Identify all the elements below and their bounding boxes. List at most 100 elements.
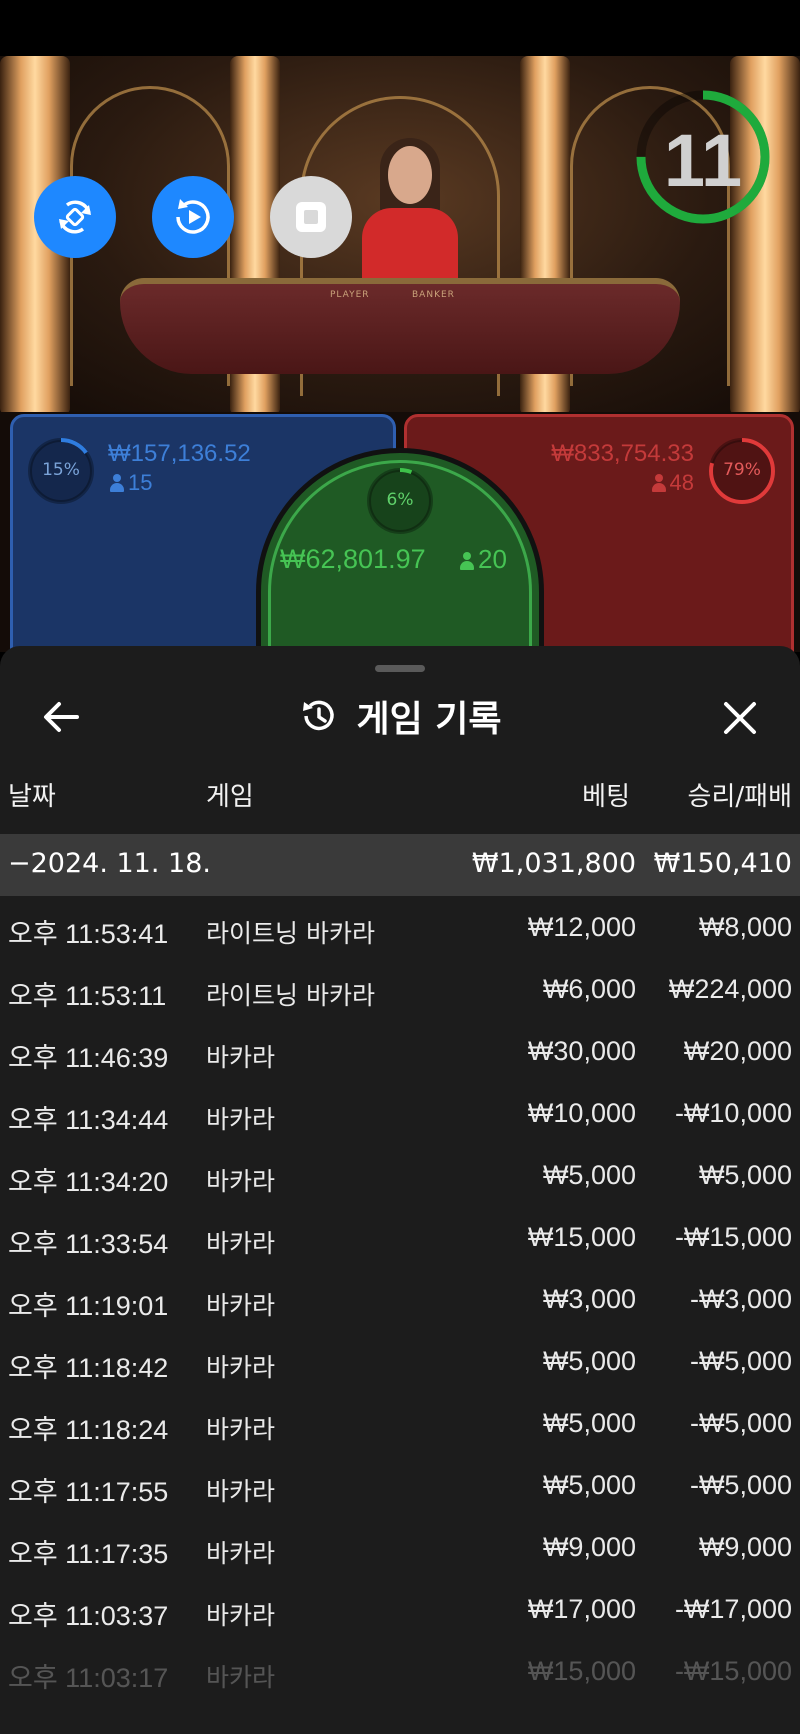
page-title: 게임 기록: [356, 699, 502, 740]
baccarat-table: [120, 278, 680, 374]
history-row[interactable]: 오후 11:03:17 바카라 ₩15,000 -₩15,000: [0, 1640, 800, 1702]
history-row[interactable]: 오후 11:03:37 바카라 ₩17,000 -₩17,000: [0, 1578, 800, 1640]
banker-total-amount: ₩833,754.33: [551, 440, 694, 467]
row-time: 오후 11:34:44: [8, 1105, 169, 1135]
history-row[interactable]: 오후 11:46:39 바카라 ₩30,000 ₩20,000: [0, 1020, 800, 1082]
row-bet: ₩9,000: [542, 1532, 636, 1562]
row-bet: ₩5,000: [542, 1408, 636, 1438]
banker-percent: 79%: [723, 460, 761, 480]
row-game: 바카라: [206, 1601, 276, 1630]
row-time: 오후 11:17:55: [8, 1477, 169, 1507]
column-game: 게임: [206, 782, 254, 812]
column-win-loss: 승리/패배: [687, 782, 792, 812]
row-win-loss: ₩8,000: [698, 912, 792, 942]
day-win-loss-total: ₩150,410: [653, 848, 792, 879]
close-button[interactable]: [714, 692, 766, 744]
row-bet: ₩30,000: [527, 1036, 636, 1066]
row-bet: ₩5,000: [542, 1346, 636, 1376]
person-icon: [110, 474, 124, 492]
row-game: 바카라: [206, 1291, 276, 1320]
history-row[interactable]: 오후 11:17:55 바카라 ₩5,000 -₩5,000: [0, 1454, 800, 1516]
row-time: 오후 11:19:01: [8, 1291, 169, 1321]
stop-button[interactable]: [270, 176, 352, 258]
table-banker-label: BANKER: [412, 290, 455, 300]
player-total-amount: ₩157,136.52: [108, 440, 251, 467]
swap-view-button[interactable]: [34, 176, 116, 258]
history-row[interactable]: 오후 11:34:44 바카라 ₩10,000 -₩10,000: [0, 1082, 800, 1144]
history-row[interactable]: 오후 11:53:41 라이트닝 바카라 ₩12,000 ₩8,000: [0, 896, 800, 958]
banker-bettor-count: 48: [651, 470, 694, 496]
banker-bettor-count-value: 48: [669, 470, 694, 495]
live-video-stage: PLAYER BANKER 11: [0, 56, 800, 416]
day-date: −2024. 11. 18.: [8, 848, 211, 879]
day-summary-row[interactable]: −2024. 11. 18. ₩1,031,800 ₩150,410: [0, 834, 800, 896]
row-game: 라이트닝 바카라: [206, 981, 375, 1010]
history-list: 오후 11:53:41 라이트닝 바카라 ₩12,000 ₩8,000 오후 11:53…: [0, 896, 800, 1702]
row-win-loss: -₩10,000: [674, 1098, 792, 1128]
history-row[interactable]: 오후 11:18:42 바카라 ₩5,000 -₩5,000: [0, 1330, 800, 1392]
row-win-loss: -₩3,000: [689, 1284, 792, 1314]
row-bet: ₩12,000: [527, 912, 636, 942]
replay-button[interactable]: [152, 176, 234, 258]
row-win-loss: -₩17,000: [674, 1594, 792, 1624]
row-time: 오후 11:34:20: [8, 1167, 169, 1197]
row-win-loss: -₩15,000: [674, 1656, 792, 1686]
row-time: 오후 11:18:24: [8, 1415, 169, 1445]
row-time: 오후 11:46:39: [8, 1043, 169, 1073]
dealer-head: [388, 146, 432, 204]
player-bettor-count: 15: [110, 470, 152, 496]
tie-bettor-count: 20: [460, 544, 507, 575]
person-icon: [460, 552, 474, 570]
row-win-loss: ₩20,000: [683, 1036, 792, 1066]
row-time: 오후 11:17:35: [8, 1539, 169, 1569]
row-bet: ₩3,000: [542, 1284, 636, 1314]
row-bet: ₩17,000: [527, 1594, 636, 1624]
history-row[interactable]: 오후 11:17:35 바카라 ₩9,000 ₩9,000: [0, 1516, 800, 1578]
row-game: 바카라: [206, 1353, 276, 1382]
row-bet: ₩15,000: [527, 1656, 636, 1686]
player-bettor-count-value: 15: [128, 470, 153, 495]
row-bet: ₩15,000: [527, 1222, 636, 1252]
player-percent: 15%: [42, 460, 80, 480]
row-game: 바카라: [206, 1477, 276, 1506]
row-win-loss: -₩5,000: [689, 1470, 792, 1500]
row-game: 바카라: [206, 1167, 276, 1196]
row-win-loss: ₩5,000: [698, 1160, 792, 1190]
drag-handle[interactable]: [375, 665, 425, 672]
row-bet: ₩5,000: [542, 1160, 636, 1190]
table-header: 날짜 게임 베팅 승리/패배: [0, 776, 800, 826]
day-bet-total: ₩1,031,800: [471, 848, 636, 879]
row-win-loss: ₩9,000: [698, 1532, 792, 1562]
row-game: 라이트닝 바카라: [206, 919, 375, 948]
close-icon: [724, 702, 756, 734]
row-game: 바카라: [206, 1663, 276, 1692]
row-game: 바카라: [206, 1105, 276, 1134]
betting-area: 15% ₩157,136.52 15 79% ₩833,754.33 48 6%…: [0, 412, 800, 710]
stop-icon: [296, 202, 326, 232]
row-win-loss: -₩15,000: [674, 1222, 792, 1252]
row-win-loss: -₩5,000: [689, 1346, 792, 1376]
tie-percent: 6%: [386, 490, 414, 510]
table-player-label: PLAYER: [330, 290, 370, 300]
row-game: 바카라: [206, 1229, 276, 1258]
history-row[interactable]: 오후 11:19:01 바카라 ₩3,000 -₩3,000: [0, 1268, 800, 1330]
row-time: 오후 11:18:42: [8, 1353, 169, 1383]
panel-header: 게임 기록: [0, 690, 800, 742]
column-date: 날짜: [8, 782, 56, 812]
row-game: 바카라: [206, 1415, 276, 1444]
row-bet: ₩6,000: [542, 974, 636, 1004]
history-row[interactable]: 오후 11:18:24 바카라 ₩5,000 -₩5,000: [0, 1392, 800, 1454]
person-icon: [651, 474, 666, 492]
top-status-bar: [0, 0, 800, 56]
row-win-loss: -₩5,000: [689, 1408, 792, 1438]
history-row[interactable]: 오후 11:53:11 라이트닝 바카라 ₩6,000 ₩224,000: [0, 958, 800, 1020]
countdown-timer-value: 11: [663, 119, 743, 202]
history-row[interactable]: 오후 11:33:54 바카라 ₩15,000 -₩15,000: [0, 1206, 800, 1268]
history-row[interactable]: 오후 11:34:20 바카라 ₩5,000 ₩5,000: [0, 1144, 800, 1206]
column-bet: 베팅: [582, 782, 630, 812]
row-game: 바카라: [206, 1539, 276, 1568]
row-time: 오후 11:33:54: [8, 1229, 169, 1259]
row-game: 바카라: [206, 1043, 276, 1072]
row-time: 오후 11:53:11: [8, 981, 167, 1011]
replay-icon: [176, 199, 210, 234]
